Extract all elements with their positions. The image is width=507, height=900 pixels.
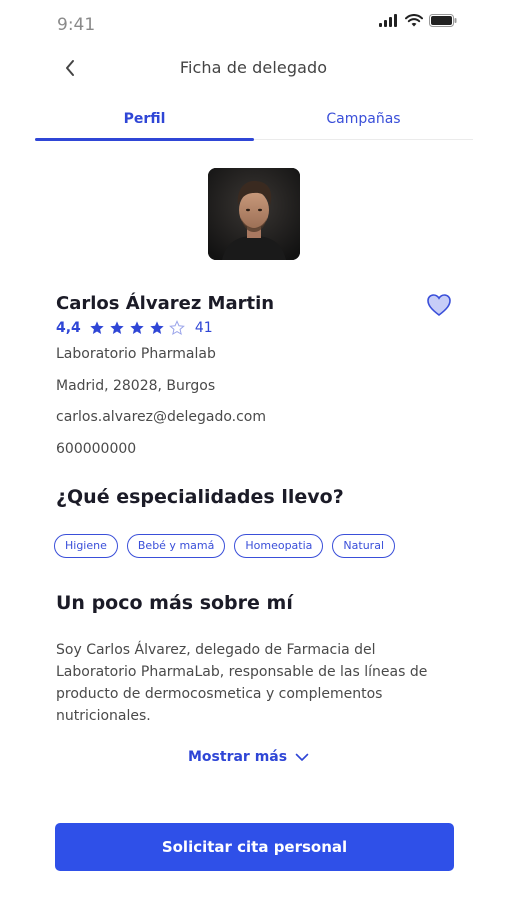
status-time: 9:41: [57, 15, 96, 35]
battery-icon: [429, 14, 457, 27]
delegate-name: Carlos Álvarez Martin: [56, 293, 275, 314]
chevron-down-icon: [295, 753, 309, 761]
specialty-chip[interactable]: Homeopatia: [234, 534, 324, 558]
tab-campanas[interactable]: Campañas: [254, 106, 473, 139]
heart-icon: [427, 294, 451, 317]
specialties-title: ¿Qué especialidades llevo?: [56, 486, 344, 508]
rating-value: 4,4: [56, 320, 81, 336]
tab-bar: Perfil Campañas: [35, 106, 473, 141]
specialty-chips: Higiene Bebé y mamá Homeopatia Natural: [54, 534, 395, 558]
lab-name: Laboratorio Pharmalab: [56, 346, 216, 362]
address: Madrid, 28028, Burgos: [56, 378, 216, 394]
star-filled-icon: [130, 321, 144, 334]
star-filled-icon: [150, 321, 164, 334]
star-filled-icon: [90, 321, 104, 334]
status-bar: 9:41: [0, 0, 507, 50]
tab-perfil[interactable]: Perfil: [35, 106, 254, 141]
email[interactable]: carlos.alvarez@delegado.com: [56, 409, 266, 425]
star-filled-icon: [110, 321, 124, 334]
about-title: Un poco más sobre mí: [56, 592, 293, 614]
status-icons: [379, 14, 457, 27]
show-more-label: Mostrar más: [188, 749, 288, 765]
rating: 4,4 41: [56, 320, 213, 336]
request-appointment-button[interactable]: Solicitar cita personal: [55, 823, 454, 871]
avatar: [208, 168, 300, 260]
specialty-chip[interactable]: Higiene: [54, 534, 118, 558]
wifi-icon: [405, 14, 423, 27]
about-text: Soy Carlos Álvarez, delegado de Farmacia…: [56, 642, 428, 724]
phone[interactable]: 600000000: [56, 441, 136, 457]
star-empty-icon: [168, 320, 185, 336]
signal-icon: [379, 14, 397, 27]
nav-header: Ficha de delegado: [0, 50, 507, 86]
specialty-chip[interactable]: Natural: [332, 534, 395, 558]
specialty-chip[interactable]: Bebé y mamá: [126, 534, 226, 558]
page-title: Ficha de delegado: [179, 58, 328, 77]
favorite-button[interactable]: [425, 291, 453, 319]
profile-photo: [208, 168, 300, 260]
show-more-button[interactable]: Mostrar más: [188, 749, 309, 765]
rating-count: 41: [194, 320, 213, 336]
